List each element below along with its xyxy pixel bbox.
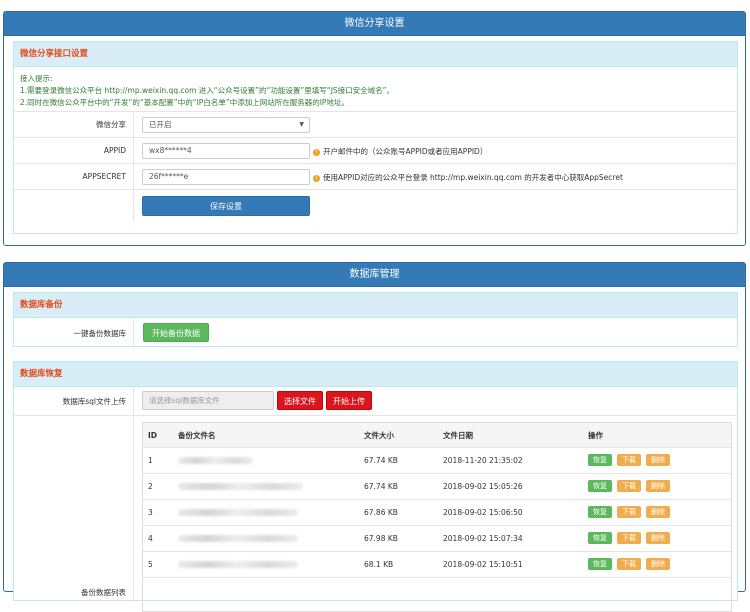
- tip-line: 2.同时在微信公众平台中的“开发”的“基本配置”中的“IP白名单”中添加上网站所…: [20, 98, 349, 107]
- row-actions: 恢复 下载 删除: [588, 551, 675, 577]
- row-id: 3: [148, 507, 153, 517]
- download-button[interactable]: 下载: [617, 454, 641, 466]
- wechat-share-panel: 微信分享设置 微信分享接口设置 接入提示: 1.需要登录微信公众平台 http:…: [3, 11, 746, 246]
- row-filename-blurred: [178, 525, 298, 551]
- choose-file-button[interactable]: 选择文件: [277, 391, 323, 410]
- info-icon: !: [313, 148, 320, 156]
- row-filename-blurred: [178, 473, 303, 499]
- access-tips: 接入提示: 1.需要登录微信公众平台 http://mp.weixin.qq.c…: [14, 67, 737, 112]
- appsecret-input[interactable]: 26f******e: [142, 169, 310, 185]
- row-actions: 恢复 下载 删除: [588, 499, 675, 525]
- row-id: 5: [148, 559, 153, 569]
- row-filename-blurred: [178, 551, 298, 577]
- row-size: 68.1 KB: [364, 559, 394, 569]
- col-size: 文件大小: [364, 430, 394, 440]
- appid-label: APPID: [14, 138, 134, 163]
- restore-button[interactable]: 恢复: [588, 506, 612, 518]
- col-filename: 备份文件名: [178, 430, 216, 440]
- row-date: 2018-09-02 15:06:50: [443, 507, 523, 517]
- tip-line: 1.需要登录微信公众平台 http://mp.weixin.qq.com 进入“…: [20, 86, 395, 95]
- row-date: 2018-09-02 15:10:51: [443, 559, 523, 569]
- share-row: 微信分享 已开启 ▼: [14, 112, 737, 138]
- restore-button[interactable]: 恢复: [588, 454, 612, 466]
- restore-button[interactable]: 恢复: [588, 558, 612, 570]
- delete-button[interactable]: 删除: [646, 506, 670, 518]
- row-actions: 恢复 下载 删除: [588, 525, 675, 551]
- share-select-value: 已开启: [149, 120, 172, 129]
- row-id: 4: [148, 533, 153, 543]
- table-header: ID 备份文件名 文件大小 文件日期 操作: [143, 423, 731, 448]
- table-row: 3 67.86 KB 2018-09-02 15:06:50 恢复 下载 删除: [143, 499, 731, 526]
- start-upload-button[interactable]: 开始上传: [326, 391, 372, 410]
- tip-line: 接入提示:: [20, 74, 53, 83]
- row-date: 2018-09-02 15:05:26: [443, 481, 523, 491]
- backup-list-row: 备份数据列表 ID 备份文件名 文件大小 文件日期 操作 1 67.74 KB …: [14, 416, 737, 612]
- appid-input[interactable]: wx8******4: [142, 143, 310, 159]
- backup-table: ID 备份文件名 文件大小 文件日期 操作 1 67.74 KB 2018-11…: [142, 422, 732, 612]
- delete-button[interactable]: 删除: [646, 558, 670, 570]
- table-row: 1 67.74 KB 2018-11-20 21:35:02 恢复 下载 删除: [143, 447, 731, 474]
- appid-row: APPID wx8******4 ! 开户邮件中的（公众账号APPID或者应用AP…: [14, 138, 737, 164]
- col-date: 文件日期: [443, 430, 473, 440]
- wechat-share-panel-title: 微信分享设置: [4, 12, 745, 36]
- table-row: 4 67.98 KB 2018-09-02 15:07:34 恢复 下载 删除: [143, 525, 731, 552]
- share-select[interactable]: 已开启 ▼: [142, 117, 310, 133]
- download-button[interactable]: 下载: [617, 558, 641, 570]
- row-id: 1: [148, 455, 153, 465]
- col-id: ID: [148, 430, 158, 440]
- backup-section: 数据库备份 一键备份数据库 开始备份数据: [13, 292, 738, 348]
- save-row-label: [14, 190, 134, 221]
- info-icon: !: [313, 174, 320, 182]
- appsecret-label: APPSECRET: [14, 164, 134, 189]
- restore-section-title: 数据库恢复: [14, 362, 737, 387]
- database-panel-title: 数据库管理: [4, 263, 745, 287]
- appid-hint-text: 开户邮件中的（公众账号APPID或者应用APPID）: [323, 147, 488, 156]
- backup-row: 一键备份数据库 开始备份数据: [14, 318, 737, 348]
- upload-label: 数据库sql文件上传: [14, 387, 134, 415]
- delete-button[interactable]: 删除: [646, 532, 670, 544]
- restore-section: 数据库恢复 数据库sql文件上传 请选择sql数据库文件 选择文件 开始上传 备…: [13, 361, 738, 612]
- appsecret-hint-text: 使用APPID对应的公众平台登录 http://mp.weixin.qq.com…: [323, 173, 623, 182]
- row-size: 67.98 KB: [364, 533, 398, 543]
- table-row: 2 67.74 KB 2018-09-02 15:05:26 恢复 下载 删除: [143, 473, 731, 500]
- row-filename-blurred: [178, 447, 253, 473]
- row-date: 2018-09-02 15:07:34: [443, 533, 523, 543]
- row-size: 67.86 KB: [364, 507, 398, 517]
- table-row: 5 68.1 KB 2018-09-02 15:10:51 恢复 下载 删除: [143, 551, 731, 578]
- row-size: 67.74 KB: [364, 455, 398, 465]
- row-filename-blurred: [178, 499, 298, 525]
- backup-label: 一键备份数据库: [14, 318, 134, 348]
- sql-file-placeholder: 请选择sql数据库文件: [149, 396, 220, 405]
- download-button[interactable]: 下载: [617, 480, 641, 492]
- appid-hint: ! 开户邮件中的（公众账号APPID或者应用APPID）: [313, 146, 487, 157]
- wechat-share-config-section: 微信分享接口设置 接入提示: 1.需要登录微信公众平台 http://mp.we…: [13, 41, 738, 234]
- row-actions: 恢复 下载 删除: [588, 447, 675, 473]
- download-button[interactable]: 下载: [617, 532, 641, 544]
- appsecret-hint: ! 使用APPID对应的公众平台登录 http://mp.weixin.qq.co…: [313, 172, 623, 183]
- share-label: 微信分享: [14, 112, 134, 137]
- backup-list-label-text: 备份数据列表: [81, 588, 126, 597]
- download-button[interactable]: 下载: [617, 506, 641, 518]
- chevron-down-icon: ▼: [299, 121, 304, 128]
- upload-row: 数据库sql文件上传 请选择sql数据库文件 选择文件 开始上传: [14, 387, 737, 416]
- backup-section-title: 数据库备份: [14, 293, 737, 318]
- save-row: 保存设置: [14, 190, 737, 221]
- start-backup-button[interactable]: 开始备份数据: [143, 323, 209, 342]
- row-date: 2018-11-20 21:35:02: [443, 455, 523, 465]
- row-size: 67.74 KB: [364, 481, 398, 491]
- col-actions: 操作: [588, 430, 603, 440]
- restore-button[interactable]: 恢复: [588, 480, 612, 492]
- delete-button[interactable]: 删除: [646, 454, 670, 466]
- appsecret-row: APPSECRET 26f******e ! 使用APPID对应的公众平台登录 h…: [14, 164, 737, 190]
- backup-list-label: 备份数据列表: [14, 416, 134, 602]
- delete-button[interactable]: 删除: [646, 480, 670, 492]
- row-id: 2: [148, 481, 153, 491]
- restore-button[interactable]: 恢复: [588, 532, 612, 544]
- wechat-share-section-title: 微信分享接口设置: [14, 42, 737, 67]
- sql-file-input[interactable]: 请选择sql数据库文件: [142, 391, 274, 410]
- row-actions: 恢复 下载 删除: [588, 473, 675, 499]
- save-settings-button[interactable]: 保存设置: [142, 196, 310, 216]
- database-panel: 数据库管理 数据库备份 一键备份数据库 开始备份数据 数据库恢复 数据库sql文…: [3, 262, 746, 612]
